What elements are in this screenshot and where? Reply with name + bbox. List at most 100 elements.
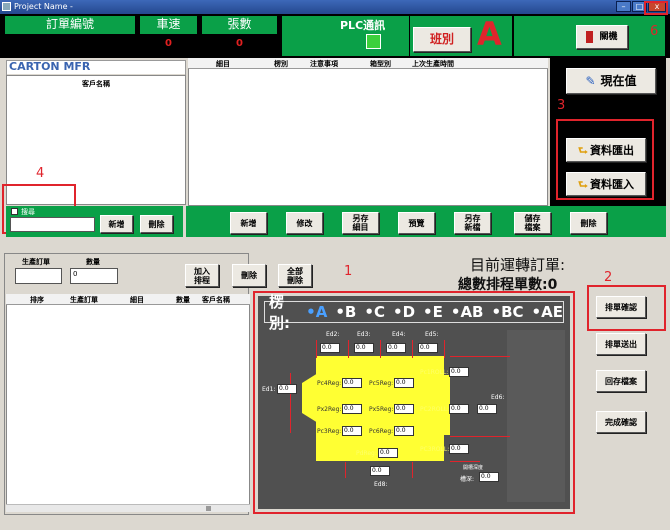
pc3roll-label: PC3ROLL:: [420, 446, 450, 453]
px5reg-input[interactable]: 0.0: [394, 404, 414, 414]
pencil-icon: ✎: [585, 73, 596, 88]
pc3reg-input[interactable]: 0.0: [342, 426, 362, 436]
flute-option-a[interactable]: •A: [306, 303, 327, 321]
pc3roll-input[interactable]: 0.0: [449, 444, 469, 454]
ed1-label: Ed1:: [262, 386, 276, 393]
current-value-button[interactable]: ✎ 現在值: [566, 68, 656, 94]
dim-line: [316, 340, 317, 358]
search-delete-button[interactable]: 刪除: [140, 215, 173, 233]
flute-option-b[interactable]: •B: [335, 303, 356, 321]
plc-indicator: [366, 34, 381, 49]
flute-option-bc[interactable]: •BC: [492, 303, 524, 321]
production-order-input[interactable]: [15, 268, 62, 284]
qty-input[interactable]: 0: [70, 268, 118, 284]
flute-option-c-text: C: [373, 303, 385, 321]
toolbar-add-button[interactable]: 新增: [230, 212, 267, 234]
bottom-input[interactable]: 0.0: [370, 466, 390, 476]
production-delete-button[interactable]: 刪除: [232, 264, 266, 287]
dim-line: [450, 436, 510, 437]
detail-grid[interactable]: [188, 58, 548, 206]
flute-option-b-text: B: [344, 303, 357, 321]
pc1roll-input[interactable]: 0.0: [449, 367, 469, 377]
import-label: 資料匯入: [589, 177, 634, 191]
pc5reg-input[interactable]: 0.0: [394, 378, 414, 388]
flute-option-ae[interactable]: •AE: [532, 303, 563, 321]
running-order-label: 目前運轉訂單:: [470, 256, 566, 274]
shutdown-button[interactable]: 關機: [576, 25, 628, 49]
schedule-scrollbar[interactable]: [6, 504, 250, 512]
title-bar: Project Name -: [0, 0, 670, 14]
search-checkbox[interactable]: [11, 208, 18, 215]
toolbar-save-file-button[interactable]: 儲存 檔案: [514, 212, 551, 234]
send-schedule-button[interactable]: 排單送出: [596, 333, 646, 355]
minimize-button[interactable]: –: [616, 1, 631, 12]
shutdown-label: 關機: [599, 31, 618, 42]
flute-option-e[interactable]: •E: [423, 303, 443, 321]
ed2-label: Ed2:: [326, 331, 340, 338]
pc6reg-label: Pc6Reg:: [369, 428, 394, 435]
save-back-button[interactable]: 回存檔案: [596, 370, 646, 392]
add-schedule-button[interactable]: 加入 排程: [185, 264, 219, 287]
pdreg-input[interactable]: 0.0: [378, 448, 398, 458]
detail-grid-header: 細目 楞別 注意事項 箱型別 上次生產時間: [188, 58, 548, 69]
ed5-input[interactable]: 0.0: [418, 343, 438, 353]
col-prod-order: 生產訂單: [70, 296, 98, 304]
side-input[interactable]: 0.0: [477, 404, 497, 414]
px5reg-label: Px5Reg:: [369, 406, 394, 413]
toolbar-save-as-new-button[interactable]: 另存 新檔: [454, 212, 491, 234]
dim-line: [412, 340, 413, 358]
pc3reg-label: Pc3Reg:: [317, 428, 342, 435]
annotation-3: 3: [557, 98, 566, 113]
import-icon: ⮑: [578, 177, 588, 191]
slot-small-label: 開槽深度: [463, 465, 484, 471]
pc4reg-input[interactable]: 0.0: [342, 378, 362, 388]
col-order-seq: 排序: [30, 296, 44, 304]
flute-option-d[interactable]: •D: [393, 303, 415, 321]
export-button[interactable]: ⮑ 資料匯出: [566, 138, 646, 162]
annotation-6: 6: [650, 24, 659, 39]
shift-button[interactable]: 班別: [413, 27, 471, 52]
px2reg-input[interactable]: 0.0: [342, 404, 362, 414]
qty-label: 數量: [86, 258, 100, 266]
export-label: 資料匯出: [589, 143, 634, 157]
toolbar-save-as-detail-button[interactable]: 另存 細目: [342, 212, 379, 234]
ed4-input[interactable]: 0.0: [386, 343, 406, 353]
ed2-input[interactable]: 0.0: [320, 343, 340, 353]
annotation-4: 4: [36, 166, 45, 181]
schedule-table[interactable]: [6, 294, 250, 512]
toolbar-modify-button[interactable]: 修改: [286, 212, 323, 234]
pc6reg-input[interactable]: 0.0: [394, 426, 414, 436]
pc2roll-input[interactable]: 0.0: [449, 404, 469, 414]
scroll-thumb[interactable]: [206, 506, 211, 511]
annotation-a: A: [477, 15, 502, 53]
current-value-label: 現在值: [600, 73, 637, 88]
toolbar-delete-button[interactable]: 刪除: [570, 212, 607, 234]
schedule-table-header: 排序 生產訂單 細目 數量 客戶名稱: [6, 294, 250, 305]
search-add-button[interactable]: 新增: [100, 215, 133, 233]
ed3-input[interactable]: 0.0: [354, 343, 374, 353]
ed1-input[interactable]: 0.0: [277, 384, 297, 394]
flute-option-ab[interactable]: •AB: [451, 303, 484, 321]
col-flute: 楞別: [274, 60, 288, 68]
flute-option-c[interactable]: •C: [364, 303, 385, 321]
toolbar-preview-button[interactable]: 預覽: [398, 212, 435, 234]
pc1roll-label: Pc1ROLL:: [420, 369, 449, 376]
dim-line: [345, 462, 346, 478]
import-button[interactable]: ⮑ 資料匯入: [566, 172, 646, 196]
plc-label: PLC通訊: [340, 19, 386, 32]
flute-selector: 楞別: •A •B •C •D •E •AB •BC •AE: [264, 293, 564, 332]
delete-all-button[interactable]: 全部 刪除: [278, 264, 312, 287]
confirm-schedule-button[interactable]: 排單確認: [596, 296, 646, 318]
complete-confirm-button[interactable]: 完成確認: [596, 411, 646, 433]
search-input[interactable]: [10, 217, 95, 232]
flute-label: 楞別:: [269, 293, 290, 332]
flute-option-e-text: E: [432, 303, 443, 321]
slot-label: 槽深:: [460, 476, 475, 483]
pc4reg-label: Pc4Reg:: [317, 380, 342, 387]
ed3-label: Ed3:: [357, 331, 371, 338]
col-sched-customer: 客戶名稱: [202, 296, 230, 304]
flute-option-d-text: D: [402, 303, 416, 321]
count-label: 張數: [202, 16, 277, 34]
ed8-label: Ed8:: [374, 481, 388, 488]
slot-input[interactable]: 0.0: [479, 472, 499, 482]
